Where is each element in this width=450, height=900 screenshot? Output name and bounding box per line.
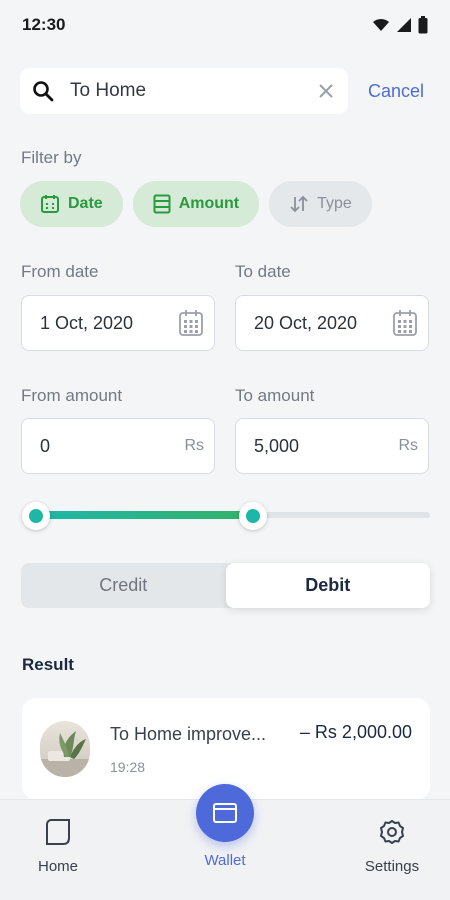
chip-date[interactable]: Date <box>20 181 123 227</box>
home-icon <box>46 819 70 845</box>
nav-settings-label: Settings <box>364 858 420 875</box>
slider-thumb-max[interactable] <box>238 502 267 530</box>
search-input[interactable] <box>70 80 316 102</box>
nav-wallet-label: Wallet <box>204 852 246 869</box>
filter-chips: Date Amount Type <box>20 181 372 227</box>
nav-wallet[interactable]: Wallet <box>185 784 265 900</box>
sort-icon <box>290 195 308 213</box>
calendar-icon[interactable] <box>392 309 418 337</box>
battery-icon <box>418 16 428 34</box>
bottom-nav: Home Wallet Settings <box>0 784 450 900</box>
transaction-name: To Home improve... <box>110 723 267 744</box>
chip-date-label: Date <box>68 195 103 212</box>
result-title: Result <box>22 655 74 674</box>
from-amount-field[interactable]: 0 Rs <box>21 418 215 474</box>
currency-unit: Rs <box>184 437 204 454</box>
calendar-icon <box>41 195 59 213</box>
debit-tab[interactable]: Debit <box>225 563 430 608</box>
wallet-icon <box>213 803 237 823</box>
nav-settings[interactable]: Settings <box>352 800 432 900</box>
slider-fill <box>36 511 253 519</box>
type-toggle: Credit Debit <box>21 563 430 608</box>
search-row: Cancel <box>20 68 432 114</box>
chip-type-label: Type <box>317 195 352 212</box>
amount-range-slider[interactable] <box>22 500 430 530</box>
to-amount-label: To amount <box>235 386 315 405</box>
chip-type[interactable]: Type <box>269 181 372 227</box>
nav-home-label: Home <box>37 858 78 875</box>
from-date-value: 1 Oct, 2020 <box>40 312 134 333</box>
search-box <box>20 68 348 114</box>
transaction-thumbnail <box>40 721 90 777</box>
status-icons <box>372 16 428 34</box>
to-date-label: To date <box>235 262 291 281</box>
transaction-time: 19:28 <box>110 758 146 775</box>
to-amount-field[interactable]: 5,000 Rs <box>235 418 429 474</box>
chip-amount-label: Amount <box>178 195 240 212</box>
from-date-label: From date <box>21 262 99 281</box>
to-date-field[interactable]: 20 Oct, 2020 <box>235 295 429 351</box>
credit-tab[interactable]: Credit <box>21 563 226 608</box>
transaction-amount: – Rs 2,000.00 <box>299 722 412 742</box>
to-date-value: 20 Oct, 2020 <box>254 312 358 333</box>
calendar-icon[interactable] <box>178 309 204 337</box>
wallet-button[interactable] <box>196 784 254 842</box>
list-icon <box>153 194 171 214</box>
status-bar: 12:30 <box>0 0 450 50</box>
wifi-icon <box>373 18 389 31</box>
chip-amount[interactable]: Amount <box>132 181 260 227</box>
status-time: 12:30 <box>22 15 66 34</box>
gear-icon <box>380 820 404 844</box>
from-amount-label: From amount <box>21 386 123 405</box>
to-amount-value: 5,000 <box>254 435 300 456</box>
nav-home[interactable]: Home <box>18 800 98 900</box>
filter-label: Filter by <box>21 148 82 167</box>
clear-icon[interactable] <box>316 81 336 101</box>
signal-icon <box>397 18 411 32</box>
from-amount-value: 0 <box>40 435 51 456</box>
search-icon <box>30 78 56 104</box>
from-date-field[interactable]: 1 Oct, 2020 <box>21 295 215 351</box>
result-text: To Home improve... 19:28 <box>110 724 300 775</box>
cancel-button[interactable]: Cancel <box>368 81 424 102</box>
slider-thumb-min[interactable] <box>22 502 50 530</box>
currency-unit: Rs <box>398 437 418 454</box>
